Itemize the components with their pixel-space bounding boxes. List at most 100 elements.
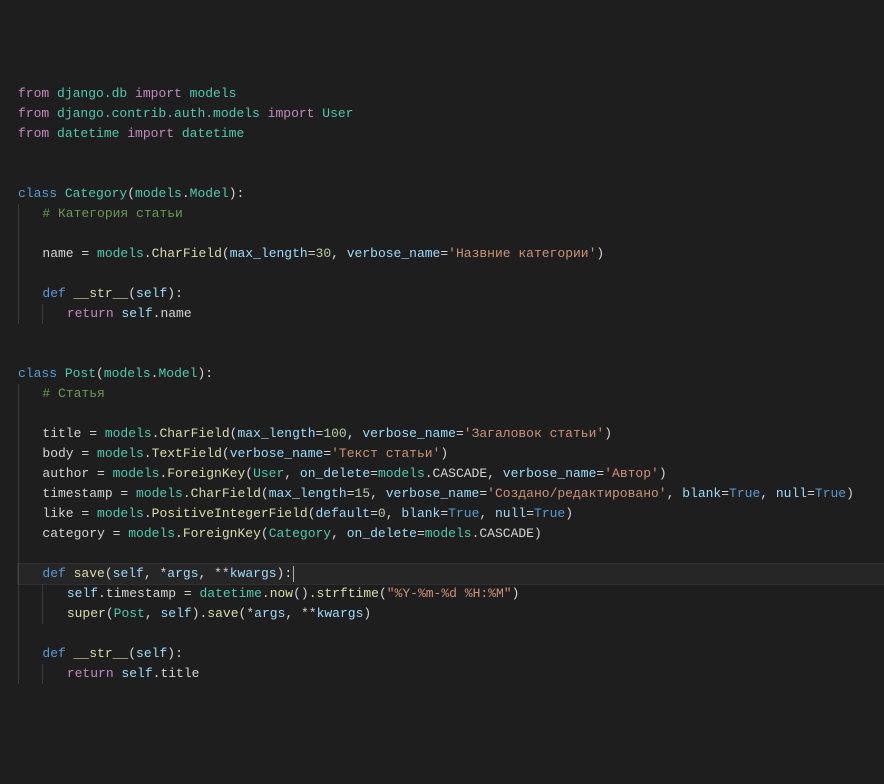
code-token: . bbox=[144, 446, 152, 461]
code-line[interactable]: from django.contrib.auth.models import U… bbox=[18, 104, 884, 124]
code-token: . bbox=[144, 506, 152, 521]
code-token: = bbox=[323, 446, 331, 461]
code-token: ): bbox=[229, 186, 245, 201]
code-line[interactable]: self.timestamp = datetime.now().strftime… bbox=[18, 584, 884, 604]
code-token: args bbox=[167, 566, 198, 581]
code-line[interactable]: def __str__(self): bbox=[18, 644, 884, 664]
code-line[interactable]: class Post(models.Model): bbox=[18, 364, 884, 384]
code-token: 'Создано/редактировано' bbox=[487, 486, 666, 501]
code-token: on_delete bbox=[347, 526, 417, 541]
code-token: , bbox=[285, 606, 301, 621]
code-token: on_delete bbox=[300, 466, 370, 481]
code-line[interactable]: from django.db import models bbox=[18, 84, 884, 104]
code-line[interactable]: from datetime import datetime bbox=[18, 124, 884, 144]
code-token: self bbox=[113, 566, 144, 581]
code-token: 0 bbox=[378, 506, 386, 521]
code-line[interactable]: timestamp = models.CharField(max_length=… bbox=[18, 484, 884, 504]
code-token: = bbox=[113, 526, 129, 541]
code-token: = bbox=[120, 486, 136, 501]
code-token: PositiveIntegerField bbox=[152, 506, 308, 521]
code-token: Category bbox=[269, 526, 331, 541]
code-token: author bbox=[42, 466, 97, 481]
code-token: .CASCADE bbox=[472, 526, 534, 541]
code-token: = bbox=[370, 466, 378, 481]
code-token: , bbox=[145, 606, 161, 621]
code-line[interactable]: class Category(models.Model): bbox=[18, 184, 884, 204]
code-token: now bbox=[270, 586, 293, 601]
code-token: max_length bbox=[230, 246, 308, 261]
code-token: super bbox=[67, 606, 106, 621]
code-token: = bbox=[97, 466, 113, 481]
code-token: ) bbox=[534, 526, 542, 541]
code-line[interactable] bbox=[18, 344, 884, 364]
code-line[interactable]: return self.name bbox=[18, 304, 884, 324]
code-line[interactable] bbox=[18, 224, 884, 244]
code-token: Model bbox=[158, 366, 197, 381]
code-token: , bbox=[347, 426, 363, 441]
code-token: models bbox=[97, 246, 144, 261]
code-token: = bbox=[89, 426, 105, 441]
code-token: ( bbox=[379, 586, 387, 601]
code-line[interactable]: return self.title bbox=[18, 664, 884, 684]
code-token: 'Загаловок статьи' bbox=[464, 426, 604, 441]
code-token: = bbox=[440, 506, 448, 521]
code-token: ( bbox=[222, 246, 230, 261]
code-token: ) bbox=[512, 586, 520, 601]
code-token: 15 bbox=[355, 486, 371, 501]
code-token: class bbox=[18, 186, 65, 201]
code-line[interactable]: name = models.CharField(max_length=30, v… bbox=[18, 244, 884, 264]
code-editor[interactable]: from django.db import modelsfrom django.… bbox=[18, 84, 884, 684]
code-line[interactable] bbox=[18, 404, 884, 424]
code-line[interactable] bbox=[18, 164, 884, 184]
code-line[interactable]: body = models.TextField(verbose_name='Те… bbox=[18, 444, 884, 464]
code-line[interactable]: category = models.ForeignKey(Category, o… bbox=[18, 524, 884, 544]
code-line[interactable]: title = models.CharField(max_length=100,… bbox=[18, 424, 884, 444]
code-line[interactable] bbox=[18, 264, 884, 284]
code-token: CharField bbox=[191, 486, 261, 501]
code-token: null bbox=[495, 506, 526, 521]
code-token: ): bbox=[167, 286, 183, 301]
code-token: CharField bbox=[152, 246, 222, 261]
code-line[interactable] bbox=[18, 324, 884, 344]
code-token: , bbox=[284, 466, 300, 481]
code-token: . bbox=[183, 486, 191, 501]
code-token: = bbox=[526, 506, 534, 521]
code-token: Post bbox=[114, 606, 145, 621]
code-token: ** bbox=[301, 606, 317, 621]
code-token: def bbox=[42, 286, 73, 301]
code-token: strftime bbox=[317, 586, 379, 601]
code-line[interactable] bbox=[18, 544, 884, 564]
code-token: ForeignKey bbox=[167, 466, 245, 481]
code-line[interactable]: author = models.ForeignKey(User, on_dele… bbox=[18, 464, 884, 484]
code-line[interactable]: super(Post, self).save(*args, **kwargs) bbox=[18, 604, 884, 624]
code-token: models bbox=[135, 186, 182, 201]
code-token: , bbox=[487, 466, 503, 481]
code-token: save bbox=[74, 566, 105, 581]
code-token: ) bbox=[596, 246, 604, 261]
code-token: .name bbox=[153, 306, 192, 321]
code-token: . bbox=[175, 526, 183, 541]
code-token: ) bbox=[440, 446, 448, 461]
code-line[interactable] bbox=[18, 624, 884, 644]
code-token: True bbox=[815, 486, 846, 501]
code-line[interactable]: def __str__(self): bbox=[18, 284, 884, 304]
code-token: import bbox=[260, 106, 322, 121]
code-token: return bbox=[67, 306, 122, 321]
code-line[interactable]: # Статья bbox=[18, 384, 884, 404]
code-token: = bbox=[456, 426, 464, 441]
code-token: verbose_name bbox=[386, 486, 480, 501]
code-token: self bbox=[121, 306, 152, 321]
code-token: = bbox=[81, 506, 97, 521]
code-token: default bbox=[316, 506, 371, 521]
code-line[interactable]: like = models.PositiveIntegerField(defau… bbox=[18, 504, 884, 524]
code-line[interactable]: def save(self, *args, **kwargs): bbox=[18, 564, 884, 584]
code-token: Post bbox=[65, 366, 96, 381]
code-token: (). bbox=[293, 586, 316, 601]
code-line[interactable] bbox=[18, 144, 884, 164]
code-token: blank bbox=[401, 506, 440, 521]
code-line[interactable]: # Категория статьи bbox=[18, 204, 884, 224]
code-token: = bbox=[479, 486, 487, 501]
code-token: ** bbox=[214, 566, 230, 581]
code-token: ( bbox=[222, 446, 230, 461]
code-token: name bbox=[42, 246, 81, 261]
